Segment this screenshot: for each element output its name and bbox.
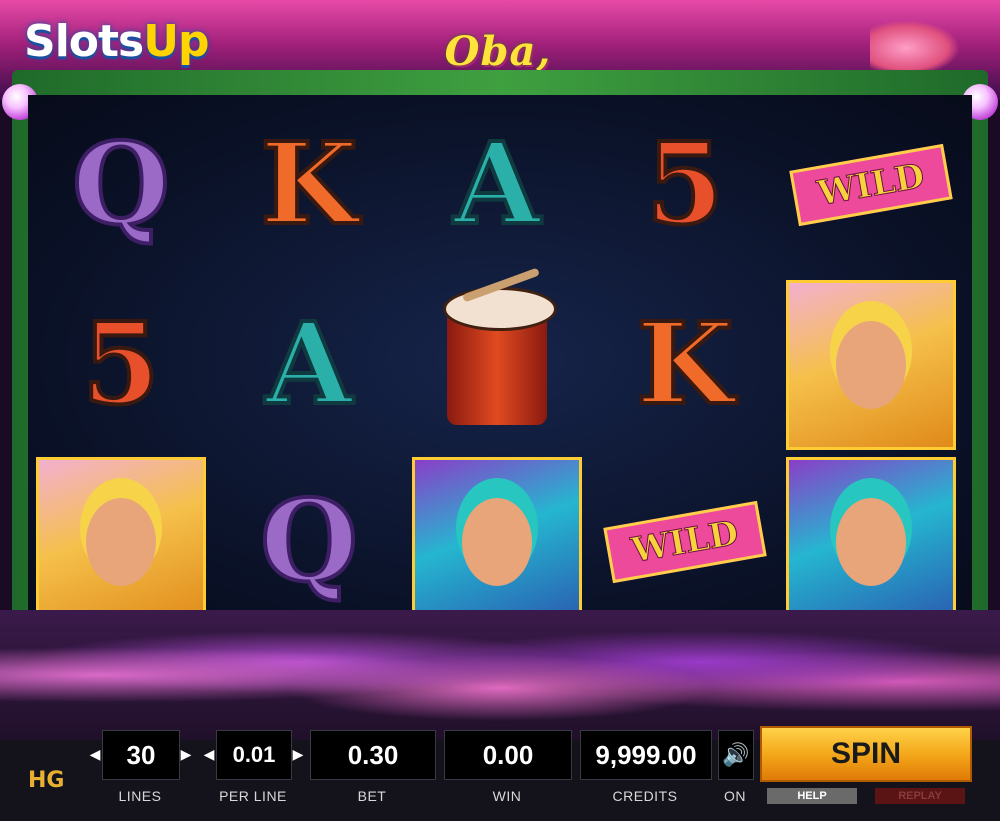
win-value: 0.00 [444, 730, 572, 780]
symbol-letter: Q [258, 476, 360, 607]
dancer-figure-icon [836, 321, 906, 409]
reel-symbol-dancer [786, 280, 956, 450]
reel-symbol-a: A [412, 100, 582, 270]
flower-decoration [870, 20, 960, 76]
win-label: WIN [492, 788, 522, 804]
reel-symbol-5: 5 [600, 100, 770, 270]
credits-value: 9,999.00 [580, 730, 712, 780]
credits-label: CREDITS [612, 788, 678, 804]
reel-symbol-q: Q [224, 457, 394, 625]
bet-label: BET [357, 788, 387, 804]
replay-button[interactable]: REPLAY [875, 788, 965, 804]
reel-symbol-wild: WILD [600, 457, 770, 625]
reel-area: Q 5 K A Q A 5 K WILD WILD [28, 95, 972, 625]
symbol-letter: K [634, 299, 735, 430]
reel-symbol-drummers [786, 457, 956, 625]
slotsup-logo: SlotsUp [24, 16, 209, 67]
symbol-letter: K [258, 119, 359, 250]
wild-banner: WILD [603, 500, 767, 584]
reel-symbol-drum [412, 280, 582, 450]
reel-symbol-5: 5 [36, 280, 206, 450]
sound-state-label: ON [724, 788, 746, 804]
wild-banner: WILD [789, 143, 953, 227]
flower-foreground [0, 610, 1000, 740]
symbol-letter: A [452, 119, 543, 250]
lines-value: 30 [102, 730, 180, 780]
dancer-figure-icon [86, 498, 156, 586]
reel-symbol-wild: WILD [786, 100, 956, 270]
symbol-letter: Q [70, 119, 172, 250]
lines-increase-button[interactable]: ▶ [180, 744, 192, 764]
sound-toggle-button[interactable]: 🔊 [718, 730, 754, 780]
lines-label: LINES [118, 788, 162, 804]
drum-icon [443, 287, 557, 425]
per-line-increase-button[interactable]: ▶ [292, 744, 304, 764]
reel-symbol-a: A [224, 280, 394, 450]
lines-decrease-button[interactable]: ◀ [89, 744, 101, 764]
reel-symbol-dancer [36, 457, 206, 625]
symbol-letter: 5 [644, 119, 726, 250]
per-line-decrease-button[interactable]: ◀ [203, 744, 215, 764]
help-button[interactable]: HELP [767, 788, 857, 804]
symbol-letter: A [264, 299, 355, 430]
spin-button[interactable]: SPIN [760, 726, 972, 782]
symbol-letter: 5 [80, 299, 162, 430]
drummers-figure-icon [836, 498, 906, 586]
provider-logo: HG [28, 768, 65, 793]
reel-symbol-k: K [224, 100, 394, 270]
reel-symbol-drummers [412, 457, 582, 625]
drummers-figure-icon [462, 498, 532, 586]
bet-value: 0.30 [310, 730, 436, 780]
per-line-label: PER LINE [219, 788, 287, 804]
per-line-value: 0.01 [216, 730, 292, 780]
reel-symbol-k: K [600, 280, 770, 450]
reel-symbol-q: Q [36, 100, 206, 270]
speaker-icon: 🔊 [722, 742, 750, 767]
